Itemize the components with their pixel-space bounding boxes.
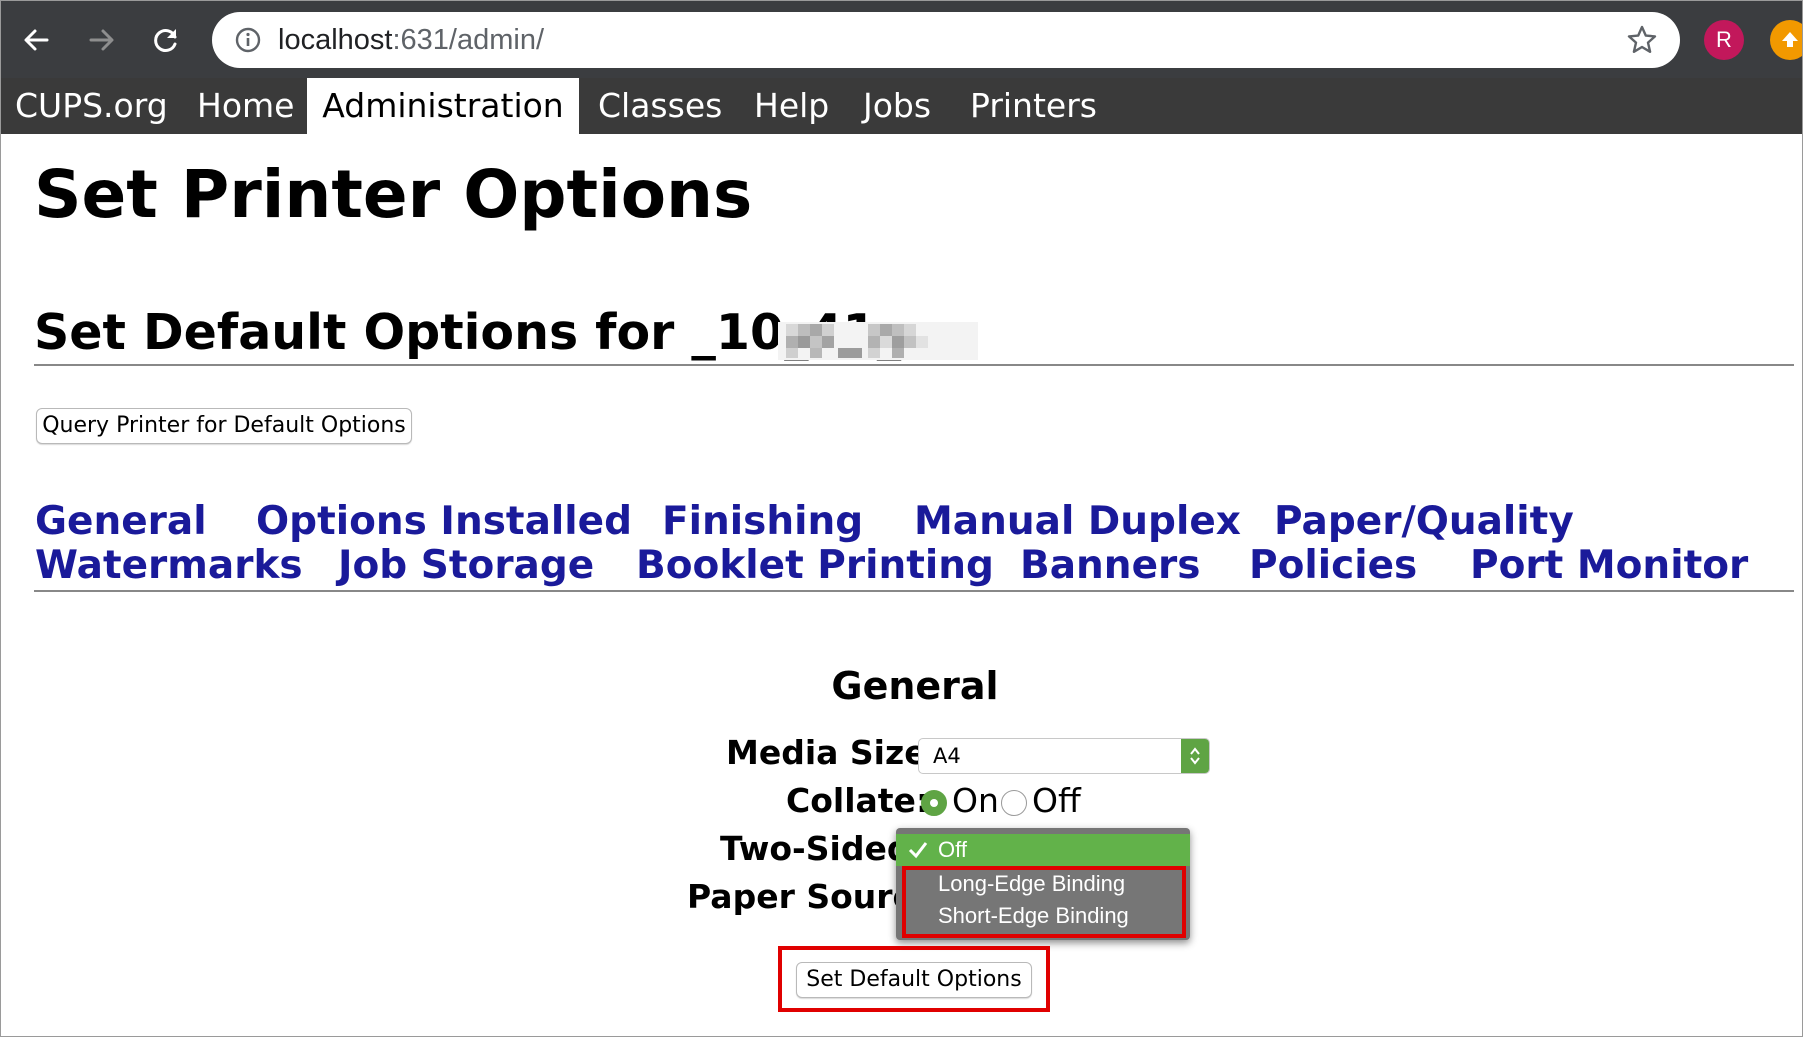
media-size-value: A4 — [933, 744, 961, 768]
back-button[interactable] — [14, 18, 58, 62]
address-bar[interactable]: localhost:631/admin/ — [212, 12, 1680, 68]
media-size-label: Media Size: — [726, 733, 940, 772]
pixelated-redaction — [778, 322, 978, 360]
page-title: Set Printer Options — [34, 156, 753, 233]
collate-off-label[interactable]: Off — [1032, 781, 1081, 821]
menu-home[interactable]: Home — [197, 78, 294, 134]
collate-on-label[interactable]: On — [952, 781, 999, 821]
menu-cups-org[interactable]: CUPS.org — [15, 78, 168, 134]
menu-administration[interactable]: Administration — [307, 78, 579, 134]
url-host: localhost — [278, 24, 393, 56]
tab-watermarks[interactable]: Watermarks — [35, 544, 303, 588]
profile-avatar[interactable]: R — [1704, 20, 1744, 60]
star-icon[interactable] — [1626, 24, 1658, 56]
highlight-binding-options — [902, 866, 1186, 938]
tab-paper-quality[interactable]: Paper/Quality — [1274, 500, 1574, 544]
set-default-options-button[interactable]: Set Default Options — [796, 962, 1032, 998]
url-text[interactable]: localhost:631/admin/ — [278, 12, 544, 68]
dropdown-option-off-label: Off — [938, 837, 967, 862]
tabs-divider — [34, 590, 1794, 592]
tab-port-monitor[interactable]: Port Monitor — [1470, 544, 1748, 588]
tab-options-installed[interactable]: Options Installed — [256, 500, 632, 544]
tab-banners[interactable]: Banners — [1020, 544, 1200, 588]
printer-subtitle: Set Default Options for _10_41_ — [34, 304, 902, 361]
collate-off-radio[interactable] — [1001, 790, 1027, 816]
forward-arrow-icon — [89, 29, 114, 51]
tab-finishing[interactable]: Finishing — [662, 500, 863, 544]
reload-icon — [154, 29, 177, 52]
tab-general[interactable]: General — [35, 500, 207, 544]
cups-menubar: CUPS.org Home Administration Classes Hel… — [0, 78, 1803, 134]
update-button[interactable] — [1770, 20, 1803, 60]
menu-printers[interactable]: Printers — [970, 78, 1097, 134]
query-printer-button[interactable]: Query Printer for Default Options — [36, 408, 412, 444]
reload-button[interactable] — [144, 18, 188, 62]
collate-on-radio[interactable] — [921, 790, 947, 816]
url-path: :631/admin/ — [392, 24, 545, 56]
select-arrows-icon — [1181, 739, 1209, 773]
two-sided-label: Two-Sided — [720, 829, 911, 868]
tab-job-storage[interactable]: Job Storage — [338, 544, 594, 588]
dropdown-option-off[interactable]: Off — [896, 834, 1190, 866]
menu-classes[interactable]: Classes — [598, 78, 722, 134]
section-title-general: General — [831, 664, 999, 708]
menu-help[interactable]: Help — [754, 78, 829, 134]
back-arrow-icon — [24, 29, 49, 51]
forward-button[interactable] — [80, 18, 124, 62]
tab-manual-duplex[interactable]: Manual Duplex — [914, 500, 1241, 544]
media-size-select[interactable]: A4 — [918, 738, 1210, 774]
browser-toolbar: localhost:631/admin/ R — [0, 0, 1803, 78]
menu-jobs[interactable]: Jobs — [863, 78, 931, 134]
update-arrow-icon — [1782, 32, 1798, 47]
info-icon[interactable] — [234, 26, 262, 54]
tab-booklet-printing[interactable]: Booklet Printing — [636, 544, 994, 588]
collate-label: Collate: — [786, 781, 930, 820]
tab-policies[interactable]: Policies — [1249, 544, 1417, 588]
checkmark-icon — [908, 842, 928, 859]
